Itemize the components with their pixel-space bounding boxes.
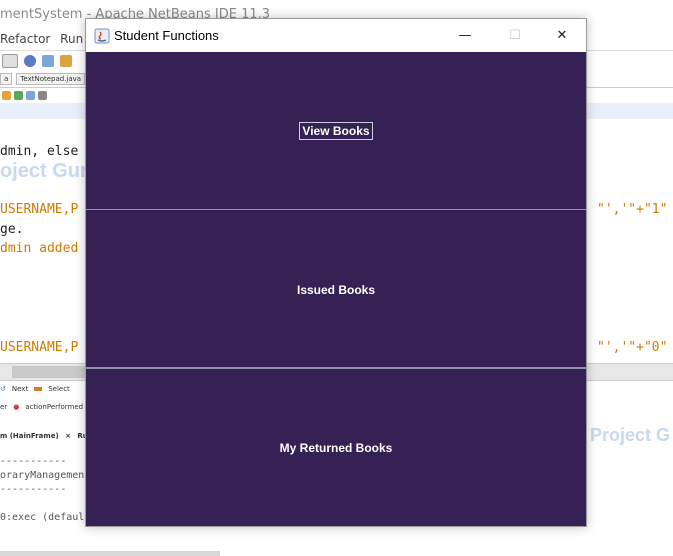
close-button[interactable]: ✕ — [539, 19, 585, 52]
code-line-right: "','"+"0" — [597, 340, 668, 355]
output-line: ----------- — [0, 456, 67, 467]
globe-icon[interactable] — [24, 54, 36, 67]
code-line: ge. — [0, 222, 24, 237]
toggle-icon[interactable] — [26, 90, 35, 100]
view-books-label: View Books — [299, 122, 373, 140]
output-line: oraryManagement — [0, 470, 91, 481]
functions-panel: View Books Issued Books My Returned Book… — [86, 52, 586, 526]
select-icon — [34, 387, 43, 391]
bookmark-icon[interactable] — [2, 90, 11, 100]
method-icon: ● — [13, 403, 20, 411]
output-tabs: m (HainFrame) × Run — [0, 432, 93, 440]
output-line: ----------- — [0, 484, 67, 495]
hammer-icon[interactable] — [42, 54, 54, 67]
file-tab-textnotepad[interactable]: TextNotepad.java — [16, 73, 86, 85]
code-line: dmin added — [0, 241, 79, 256]
code-line-right: "','"+"1" — [597, 202, 668, 217]
status-bar — [0, 551, 220, 556]
menu-refactor[interactable]: Refactor — [0, 32, 50, 46]
output-line: 0:exec (default — [0, 512, 91, 523]
next-button[interactable]: Next — [12, 385, 28, 393]
minimize-icon: — — [458, 28, 472, 43]
navigator-toolbar: ↺ Next Select — [0, 385, 70, 393]
issued-books-label: Issued Books — [296, 282, 376, 297]
clean-build-icon[interactable] — [60, 54, 72, 67]
menu-run[interactable]: Run — [60, 32, 83, 46]
issued-books-button[interactable]: Issued Books — [86, 210, 586, 369]
comment-icon[interactable] — [38, 90, 47, 100]
java-app-icon — [94, 28, 110, 44]
code-line: USERNAME,P — [0, 202, 79, 217]
breadcrumb-item[interactable]: er — [0, 403, 7, 411]
watermark-text: Project G — [590, 425, 671, 445]
close-icon: ✕ — [556, 28, 568, 43]
breadcrumb-bar: er ● actionPerformed — [0, 403, 83, 411]
next-arrow-icon: ↺ — [0, 385, 6, 393]
next-bookmark-icon[interactable] — [14, 90, 23, 100]
view-books-button[interactable]: View Books — [86, 52, 586, 210]
file-tab[interactable]: a — [0, 73, 13, 85]
select-button[interactable]: Select — [48, 385, 70, 393]
code-line: dmin, else — [0, 144, 79, 159]
window-title: Student Functions — [114, 28, 219, 43]
code-line: USERNAME,P — [0, 340, 79, 355]
title-bar[interactable]: Student Functions — ☐ ✕ — [86, 19, 586, 52]
scrollbar-thumb[interactable] — [12, 366, 92, 378]
maximize-icon: ☐ — [509, 28, 521, 43]
student-functions-window: Student Functions — ☐ ✕ View Books Issue… — [85, 18, 587, 527]
breadcrumb-item-method[interactable]: actionPerformed — [25, 403, 83, 411]
my-returned-books-button[interactable]: My Returned Books — [86, 369, 586, 526]
my-returned-books-label: My Returned Books — [279, 440, 393, 455]
dropdown-icon[interactable] — [2, 53, 18, 68]
close-icon[interactable]: × — [65, 432, 71, 440]
minimize-button[interactable]: — — [442, 19, 488, 52]
output-tab[interactable]: m (HainFrame) — [0, 432, 59, 440]
maximize-button[interactable]: ☐ — [492, 19, 538, 52]
